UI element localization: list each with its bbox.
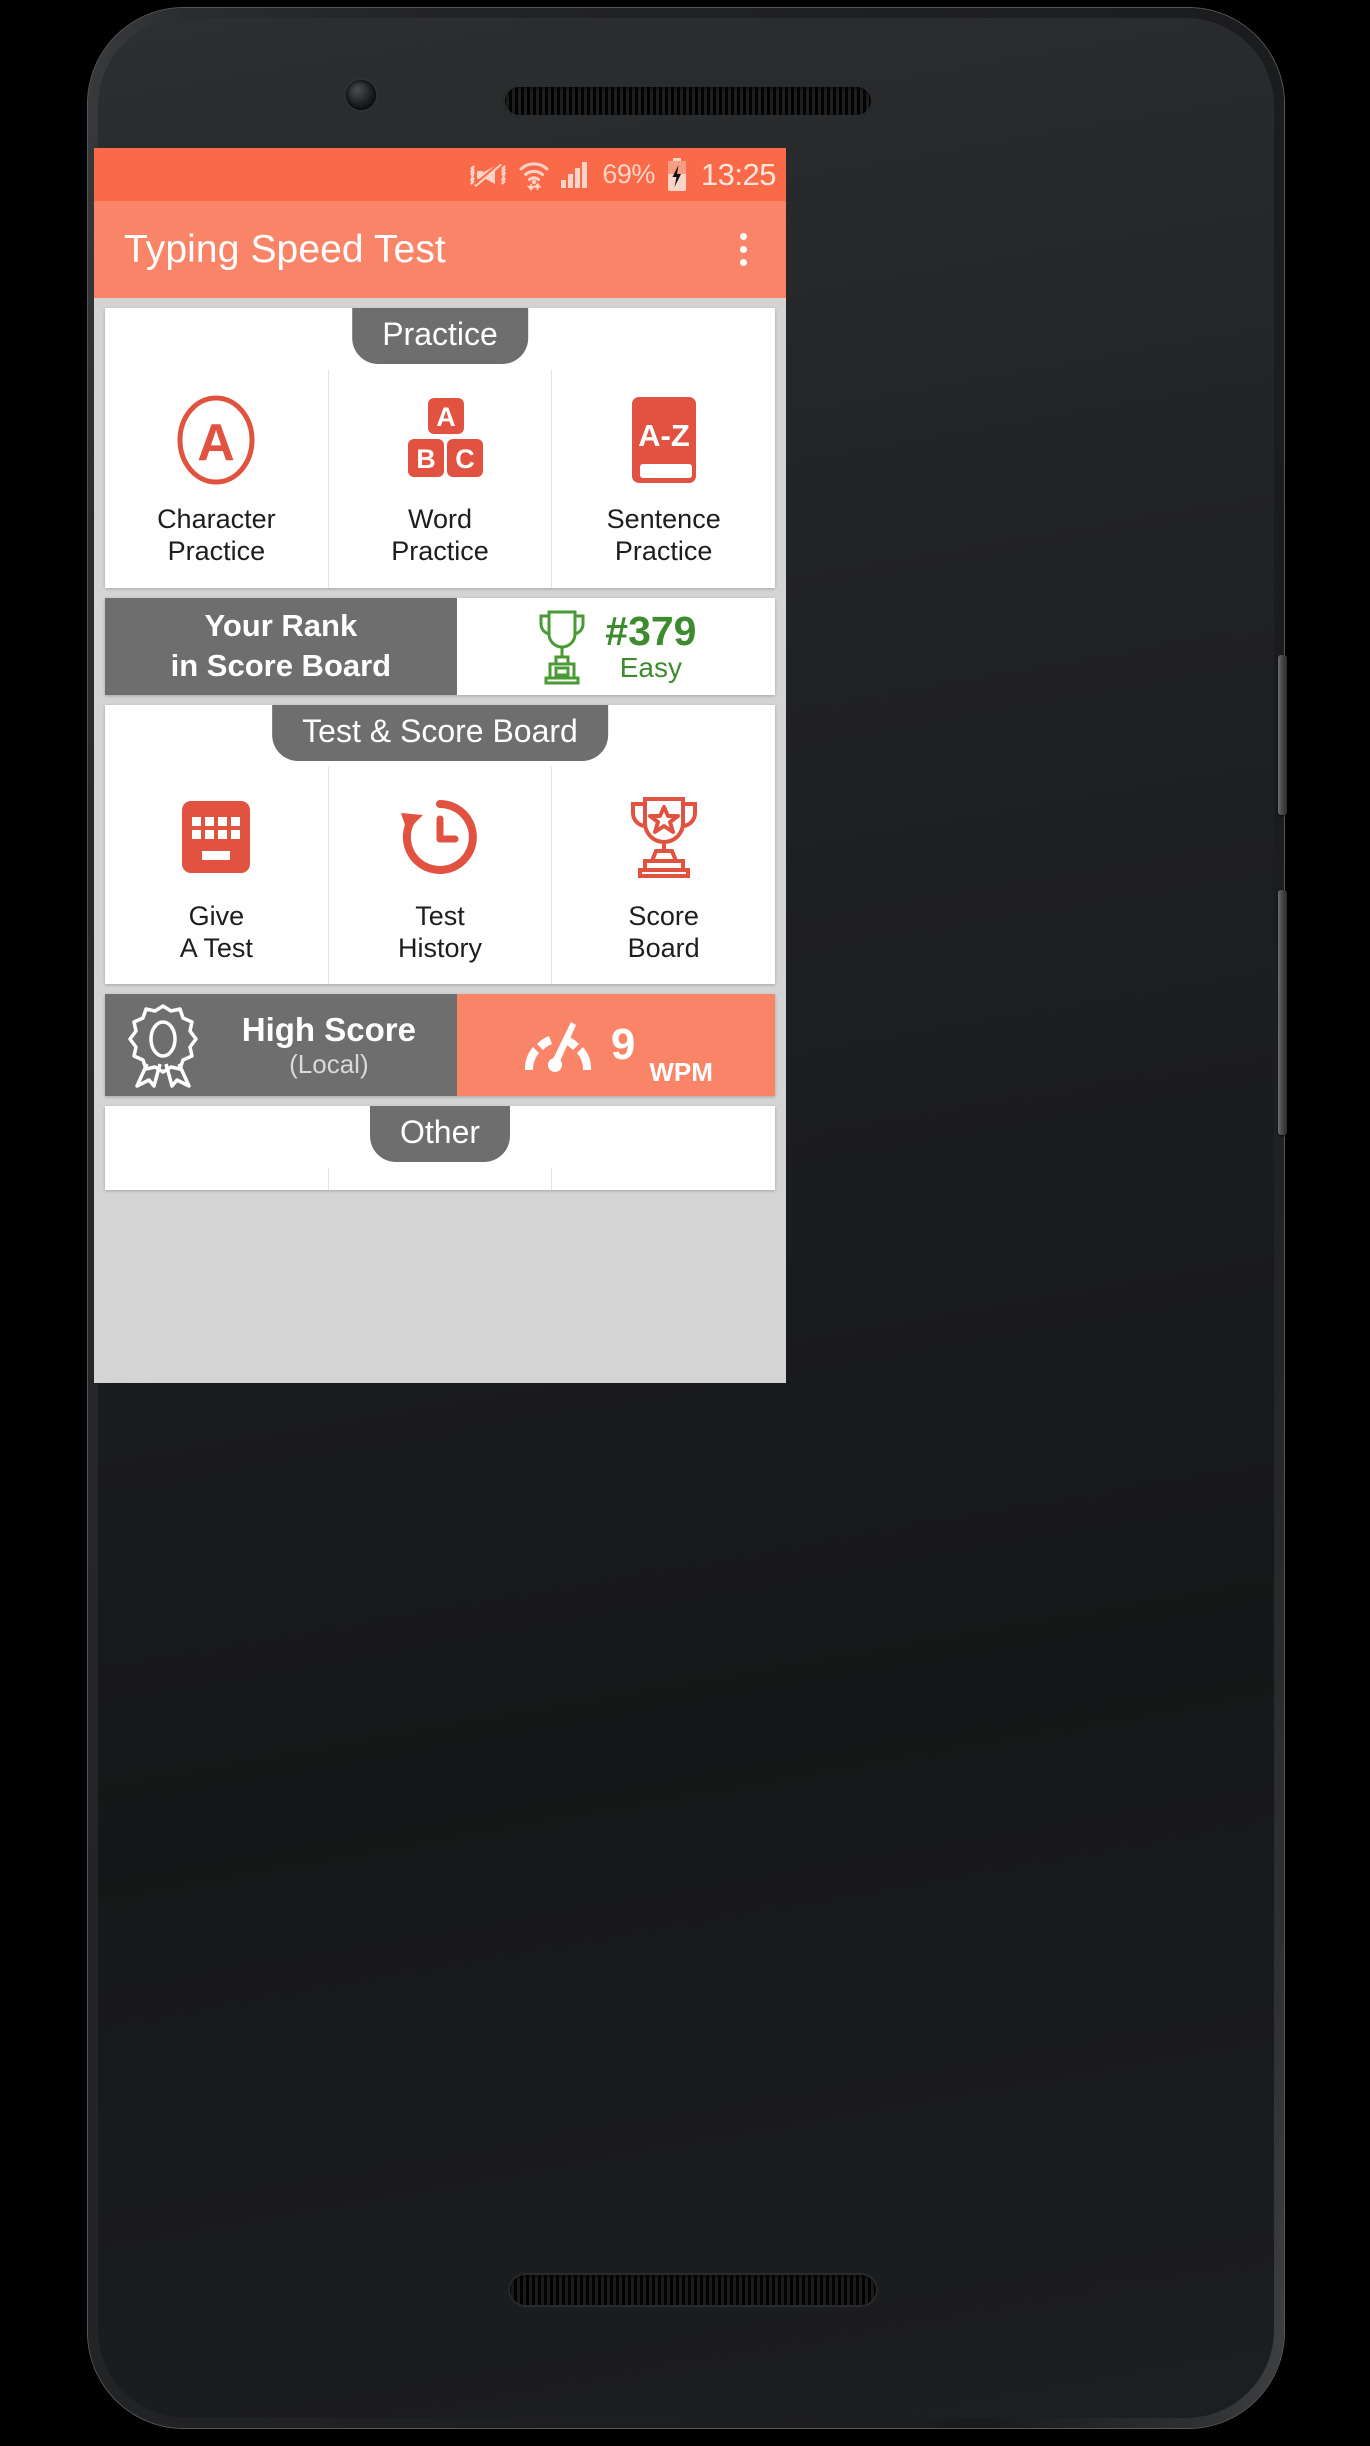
app-bar: Typing Speed Test (94, 201, 786, 298)
trophy-star-icon (625, 789, 703, 885)
phone-screen: 69% 13:25 Typing Speed Test Practice A C… (94, 148, 786, 1383)
rank-strip[interactable]: Your Rank in Score Board #379 Easy (105, 597, 775, 695)
overflow-dot (739, 259, 747, 266)
practice-item-label: Word Practice (391, 504, 489, 566)
high-score-label-block: High Score (Local) (105, 994, 457, 1097)
trophy-outline-icon (539, 610, 585, 685)
wpm-unit-label: WPM (649, 1057, 713, 1088)
a-to-z-book-icon: A-Z (624, 392, 704, 488)
rank-difficulty-label: Easy (619, 652, 682, 684)
power-button[interactable] (1278, 655, 1287, 815)
svg-text:A: A (198, 414, 236, 472)
rank-value-block: #379 Easy (456, 597, 775, 695)
high-score-title: High Score (241, 1010, 416, 1048)
svg-text:B: B (416, 444, 436, 474)
main-content: Practice A Character Practice A B C Word… (94, 298, 786, 1383)
rank-value-text: #379 Easy (605, 608, 697, 684)
circled-letter-a-icon: A (174, 392, 258, 488)
cellular-signal-icon (561, 161, 588, 188)
wpm-block: 9 WPM (456, 994, 775, 1097)
test-item-label: Score Board (627, 900, 700, 963)
practice-item-word[interactable]: A B C Word Practice (327, 370, 552, 588)
svg-text:A: A (436, 402, 456, 432)
test-score-board-card: Test & Score Board Give A Test Test Hist… (105, 704, 775, 985)
volume-rocker-button[interactable] (1278, 890, 1287, 1135)
clock-history-icon (397, 789, 483, 885)
award-ribbon-icon (128, 1004, 198, 1089)
test-item-history[interactable]: Test History (327, 766, 552, 985)
earpiece-speaker-grille (503, 85, 873, 117)
high-score-scope: (Local) (289, 1048, 369, 1079)
battery-percent-label: 69% (602, 159, 655, 189)
test-item-give-a-test[interactable]: Give A Test (105, 767, 328, 985)
high-score-strip[interactable]: High Score (Local) 9 WPM (105, 994, 775, 1097)
other-item-slot[interactable] (551, 1168, 775, 1191)
high-score-text: High Score (Local) (217, 1011, 441, 1080)
test-card-header: Test & Score Board (272, 704, 608, 761)
other-card: Other (105, 1106, 775, 1191)
status-bar-clock: 13:25 (700, 157, 777, 192)
other-item-slot[interactable] (105, 1168, 328, 1190)
other-item-slot[interactable] (327, 1168, 552, 1191)
overflow-menu-icon[interactable] (722, 221, 764, 279)
wifi-data-transfer-icon (519, 161, 549, 191)
practice-item-label: Sentence Practice (606, 504, 721, 566)
practice-item-character[interactable]: A Character Practice (105, 370, 328, 588)
test-item-label: Give A Test (179, 900, 253, 963)
overflow-dot (739, 233, 747, 240)
bottom-speaker-grille (508, 2273, 878, 2307)
front-camera-icon (346, 80, 376, 110)
test-item-label: Test History (398, 900, 483, 963)
practice-item-label: Character Practice (157, 504, 276, 566)
vibrate-off-icon (470, 160, 507, 187)
practice-card: Practice A Character Practice A B C Word… (105, 308, 775, 588)
rank-label-line2: in Score Board (170, 648, 392, 684)
rank-label-line1: Your Rank (204, 607, 358, 643)
overflow-dot (739, 246, 747, 253)
practice-item-sentence[interactable]: A-Z Sentence Practice (551, 370, 775, 588)
wpm-value: 9 (610, 1020, 636, 1070)
battery-charging-icon (667, 157, 686, 191)
keyboard-icon (178, 789, 254, 885)
app-title: Typing Speed Test (124, 228, 446, 271)
speedometer-icon (524, 1022, 591, 1073)
status-bar: 69% 13:25 (94, 148, 786, 201)
practice-card-header: Practice (352, 308, 528, 364)
svg-text:A-Z: A-Z (638, 418, 690, 453)
svg-text:C: C (455, 444, 475, 474)
rank-number: #379 (605, 608, 697, 654)
rank-label-block: Your Rank in Score Board (105, 597, 457, 695)
test-item-score-board[interactable]: Score Board (551, 766, 775, 985)
abc-blocks-icon: A B C (394, 392, 486, 488)
other-card-header: Other (369, 1106, 511, 1163)
